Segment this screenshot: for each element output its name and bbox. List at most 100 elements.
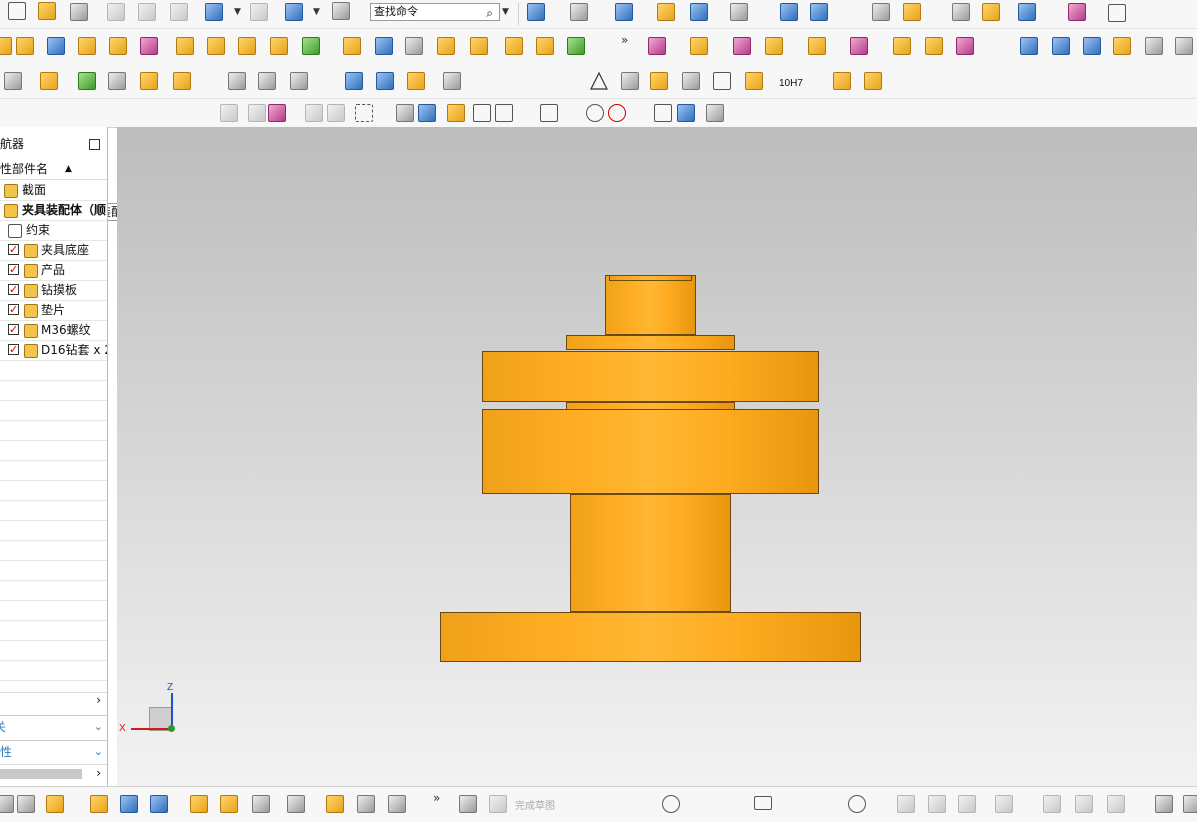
add-feature-icon[interactable]: [46, 795, 64, 813]
delete-face-icon[interactable]: [733, 37, 751, 55]
extrude-icon[interactable]: [176, 37, 194, 55]
point-icon[interactable]: [817, 795, 835, 813]
face-blend-icon[interactable]: [567, 37, 585, 55]
tree-row-component[interactable]: D16钻套 x 2: [0, 340, 107, 361]
transform-icon[interactable]: [252, 795, 270, 813]
washer-top[interactable]: [566, 335, 735, 350]
annotation-icon[interactable]: [745, 72, 763, 90]
chamfer-sketch-icon[interactable]: [723, 795, 741, 813]
grid-icon[interactable]: [706, 104, 724, 122]
gasket-washer[interactable]: [566, 402, 735, 410]
visibility-checkbox[interactable]: [8, 260, 19, 280]
chamfer-icon[interactable]: [505, 37, 523, 55]
trim-body-icon[interactable]: [343, 37, 361, 55]
render-style-icon[interactable]: [570, 3, 588, 21]
search-icon[interactable]: ⌕: [486, 5, 493, 21]
wcs-icon[interactable]: [903, 3, 921, 21]
profile-icon[interactable]: [568, 795, 586, 813]
pattern-face-icon[interactable]: [850, 37, 868, 55]
tree-row-assembly[interactable]: 夹具装配体（顺: [0, 200, 107, 221]
visibility-checkbox[interactable]: [8, 240, 19, 260]
finish-sketch-icon[interactable]: [489, 795, 507, 813]
drill-template-plate[interactable]: [482, 351, 819, 402]
edge-blend-icon[interactable]: [536, 37, 554, 55]
chevron-down-icon[interactable]: ⌄: [94, 741, 103, 763]
move-face-icon[interactable]: [956, 37, 974, 55]
surface-icon-4[interactable]: [1113, 37, 1131, 55]
snap-intersection-icon[interactable]: [540, 104, 558, 122]
new-file-icon[interactable]: [8, 2, 26, 20]
rectangle-icon[interactable]: [754, 796, 772, 810]
move-icon[interactable]: [90, 795, 108, 813]
select-edge-icon[interactable]: [327, 104, 345, 122]
array-icon[interactable]: [238, 37, 256, 55]
quick-extend-icon[interactable]: [928, 795, 946, 813]
text-icon[interactable]: [290, 72, 308, 90]
snap-midpoint-icon[interactable]: [495, 104, 513, 122]
navigator-hscrollbar[interactable]: ›: [0, 692, 107, 709]
surface-icon-2[interactable]: [1052, 37, 1070, 55]
graphics-viewport[interactable]: Z X: [117, 127, 1197, 786]
selection-filter-icon[interactable]: [220, 104, 238, 122]
snap-endpoint-icon[interactable]: [473, 104, 491, 122]
surface-icon-3[interactable]: [1083, 37, 1101, 55]
snap-face-icon[interactable]: [677, 104, 695, 122]
sketch-task-icon[interactable]: [459, 795, 477, 813]
tree-row-constraints[interactable]: 约束: [0, 220, 107, 241]
tolerance-label[interactable]: 10H7: [779, 78, 803, 89]
panel-hscrollbar[interactable]: ›: [0, 764, 107, 783]
sort-ascending-icon[interactable]: ▲: [65, 159, 72, 179]
drill-bushing[interactable]: [605, 275, 696, 335]
select-solid-icon[interactable]: [396, 104, 414, 122]
details-panel-header[interactable]: 关 ⌄: [0, 715, 107, 738]
offset-face-icon[interactable]: [808, 37, 826, 55]
snap-tangent-icon[interactable]: [562, 104, 580, 122]
datum-icon[interactable]: [650, 72, 668, 90]
visibility-checkbox[interactable]: [8, 320, 19, 340]
linear-dimension-icon[interactable]: [1075, 795, 1093, 813]
link-icon[interactable]: [326, 795, 344, 813]
sketch-icon-end-1[interactable]: [1155, 795, 1173, 813]
cone-icon[interactable]: [109, 37, 127, 55]
sketch-icon-1[interactable]: [17, 795, 35, 813]
edit-component-icon[interactable]: [40, 72, 58, 90]
pattern-icon[interactable]: [207, 37, 225, 55]
polygon-icon[interactable]: [848, 795, 866, 813]
washer-icon[interactable]: [407, 72, 425, 90]
replace-face-icon[interactable]: [690, 37, 708, 55]
polyline-icon[interactable]: [786, 795, 804, 813]
ruler-icon[interactable]: [1108, 4, 1126, 22]
subtract-icon[interactable]: [302, 37, 320, 55]
view-orient-icon[interactable]: [285, 3, 303, 21]
block-icon[interactable]: [47, 37, 65, 55]
paste-icon[interactable]: [170, 3, 188, 21]
layer-icon[interactable]: [657, 3, 675, 21]
tree-row-component[interactable]: 产品: [0, 260, 107, 281]
circle-icon[interactable]: [662, 795, 680, 813]
chevron-right-icon[interactable]: ›: [96, 766, 101, 780]
rapid-dimension-icon[interactable]: [1043, 795, 1061, 813]
quick-trim-icon[interactable]: [897, 795, 915, 813]
section-view-icon[interactable]: [780, 3, 798, 21]
reference-set-icon[interactable]: [833, 72, 851, 90]
redo-icon[interactable]: [250, 3, 268, 21]
line-icon[interactable]: [600, 795, 618, 813]
mirror-icon[interactable]: [120, 795, 138, 813]
points-icon[interactable]: [682, 72, 700, 90]
curve-rule-icon[interactable]: [248, 104, 266, 122]
snap-curve-icon[interactable]: [517, 104, 535, 122]
save-view-icon[interactable]: [287, 795, 305, 813]
spring-icon[interactable]: [376, 72, 394, 90]
command-finder-input[interactable]: 查找命令 ⌕: [370, 3, 500, 21]
tree-row-section[interactable]: 截面: [0, 180, 107, 201]
trim-icon[interactable]: [150, 795, 168, 813]
tree-row-component[interactable]: 钻摸板: [0, 280, 107, 301]
surface-icon-5[interactable]: [1145, 37, 1163, 55]
thread-icon[interactable]: [345, 72, 363, 90]
table-icon[interactable]: [621, 72, 639, 90]
visibility-checkbox[interactable]: [8, 280, 19, 300]
analysis-icon[interactable]: [982, 3, 1000, 21]
curve-icon[interactable]: [228, 72, 246, 90]
sketch-icon-end-2[interactable]: [1183, 795, 1197, 813]
maximize-icon[interactable]: [89, 139, 100, 150]
